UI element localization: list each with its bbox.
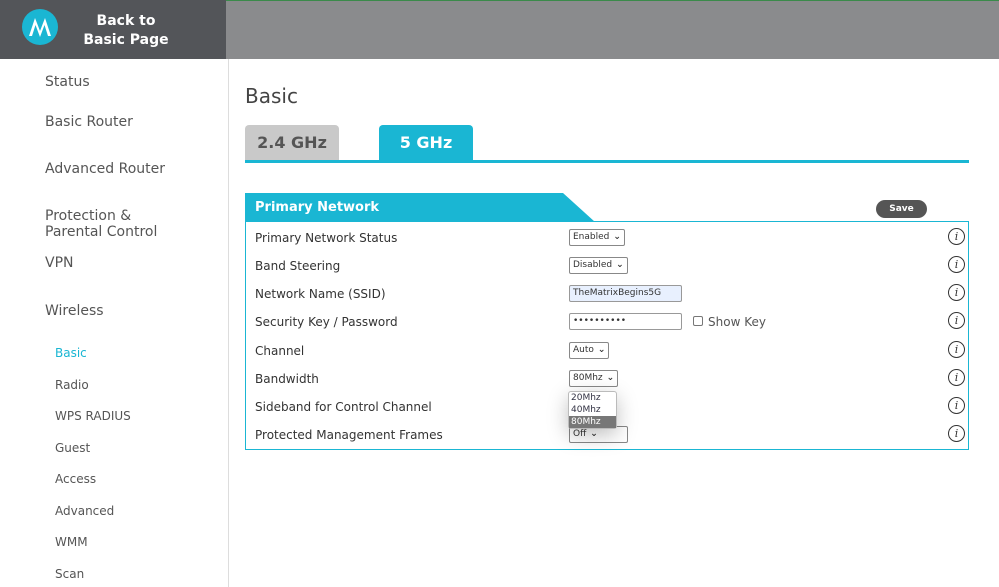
sidebar — [0, 59, 229, 587]
info-icon[interactable]: i — [948, 256, 965, 273]
dropdown-option-selected[interactable]: 80Mhz — [569, 416, 616, 428]
sidebar-item-basic-router[interactable]: Basic Router — [45, 114, 133, 130]
tab-2-4ghz[interactable]: 2.4 GHz — [245, 125, 339, 160]
status-select[interactable]: Enabled — [569, 229, 625, 246]
row-label: Primary Network Status — [255, 231, 398, 245]
row-pmf: Protected Management FramesOffi — [255, 425, 965, 446]
row-label: Channel — [255, 344, 305, 358]
sidebar-sub-guest[interactable]: Guest — [55, 441, 90, 455]
section-header: Primary Network — [245, 193, 595, 222]
tab-underline — [245, 160, 969, 163]
sidebar-sub-access[interactable]: Access — [55, 472, 96, 486]
info-icon[interactable]: i — [948, 369, 965, 386]
row-security-key: Security Key / Password •••••••••• Show Ke… — [255, 312, 965, 333]
info-icon[interactable]: i — [948, 397, 965, 414]
info-icon[interactable]: i — [948, 312, 965, 329]
bandwidth-select[interactable]: 80Mhz — [569, 370, 619, 387]
show-key-checkbox[interactable]: Show Key — [693, 315, 766, 329]
sidebar-sub-advanced[interactable]: Advanced — [55, 504, 114, 518]
row-label: Bandwidth — [255, 372, 319, 386]
sidebar-item-advanced-router[interactable]: Advanced Router — [45, 161, 165, 177]
row-ssid: Network Name (SSID) TheMatrixBegins5G i — [255, 284, 965, 305]
sidebar-sub-wmm[interactable]: WMM — [55, 535, 88, 549]
info-icon[interactable]: i — [948, 425, 965, 442]
bandwidth-dropdown: 20Mhz 40Mhz 80Mhz — [568, 391, 617, 429]
row-band-steering: Band Steering Disabled i — [255, 256, 965, 277]
row-label: Sideband for Control Channel — [255, 400, 432, 414]
password-input[interactable]: •••••••••• — [569, 313, 682, 330]
info-icon[interactable]: i — [948, 284, 965, 301]
channel-select[interactable]: Auto — [569, 342, 610, 359]
tab-5ghz[interactable]: 5 GHz — [379, 125, 473, 160]
sidebar-item-protection[interactable]: Protection & Parental Control — [45, 208, 157, 240]
row-primary-network-status: Primary Network Status Enabled i — [255, 228, 965, 249]
back-to-basic-button[interactable]: Back to Basic Page — [0, 0, 226, 59]
info-icon[interactable]: i — [948, 341, 965, 358]
save-button[interactable]: Save — [876, 200, 927, 218]
info-icon[interactable]: i — [948, 228, 965, 245]
row-channel: Channel Auto i — [255, 341, 965, 362]
row-label: Network Name (SSID) — [255, 287, 386, 301]
sidebar-item-status[interactable]: Status — [45, 74, 90, 90]
row-label: Security Key / Password — [255, 315, 398, 329]
sidebar-sub-radio[interactable]: Radio — [55, 378, 89, 392]
ssid-input[interactable]: TheMatrixBegins5G — [569, 285, 682, 302]
row-bandwidth: Bandwidth 80Mhz i — [255, 369, 965, 390]
row-label: Band Steering — [255, 259, 341, 273]
dropdown-option[interactable]: 40Mhz — [569, 404, 616, 416]
sidebar-sub-scan[interactable]: Scan — [55, 567, 84, 581]
row-label: Protected Management Frames — [255, 428, 443, 442]
motorola-logo — [22, 9, 58, 45]
back-label: Back to Basic Page — [83, 13, 169, 48]
sidebar-sub-basic[interactable]: Basic — [55, 346, 87, 360]
sidebar-item-wireless[interactable]: Wireless — [45, 303, 104, 319]
sidebar-item-vpn[interactable]: VPN — [45, 255, 74, 271]
page-title: Basic — [245, 84, 298, 108]
sidebar-sub-wps-radius[interactable]: WPS RADIUS — [55, 409, 131, 423]
dropdown-option[interactable]: 20Mhz — [569, 392, 616, 404]
band-steering-select[interactable]: Disabled — [569, 257, 628, 274]
